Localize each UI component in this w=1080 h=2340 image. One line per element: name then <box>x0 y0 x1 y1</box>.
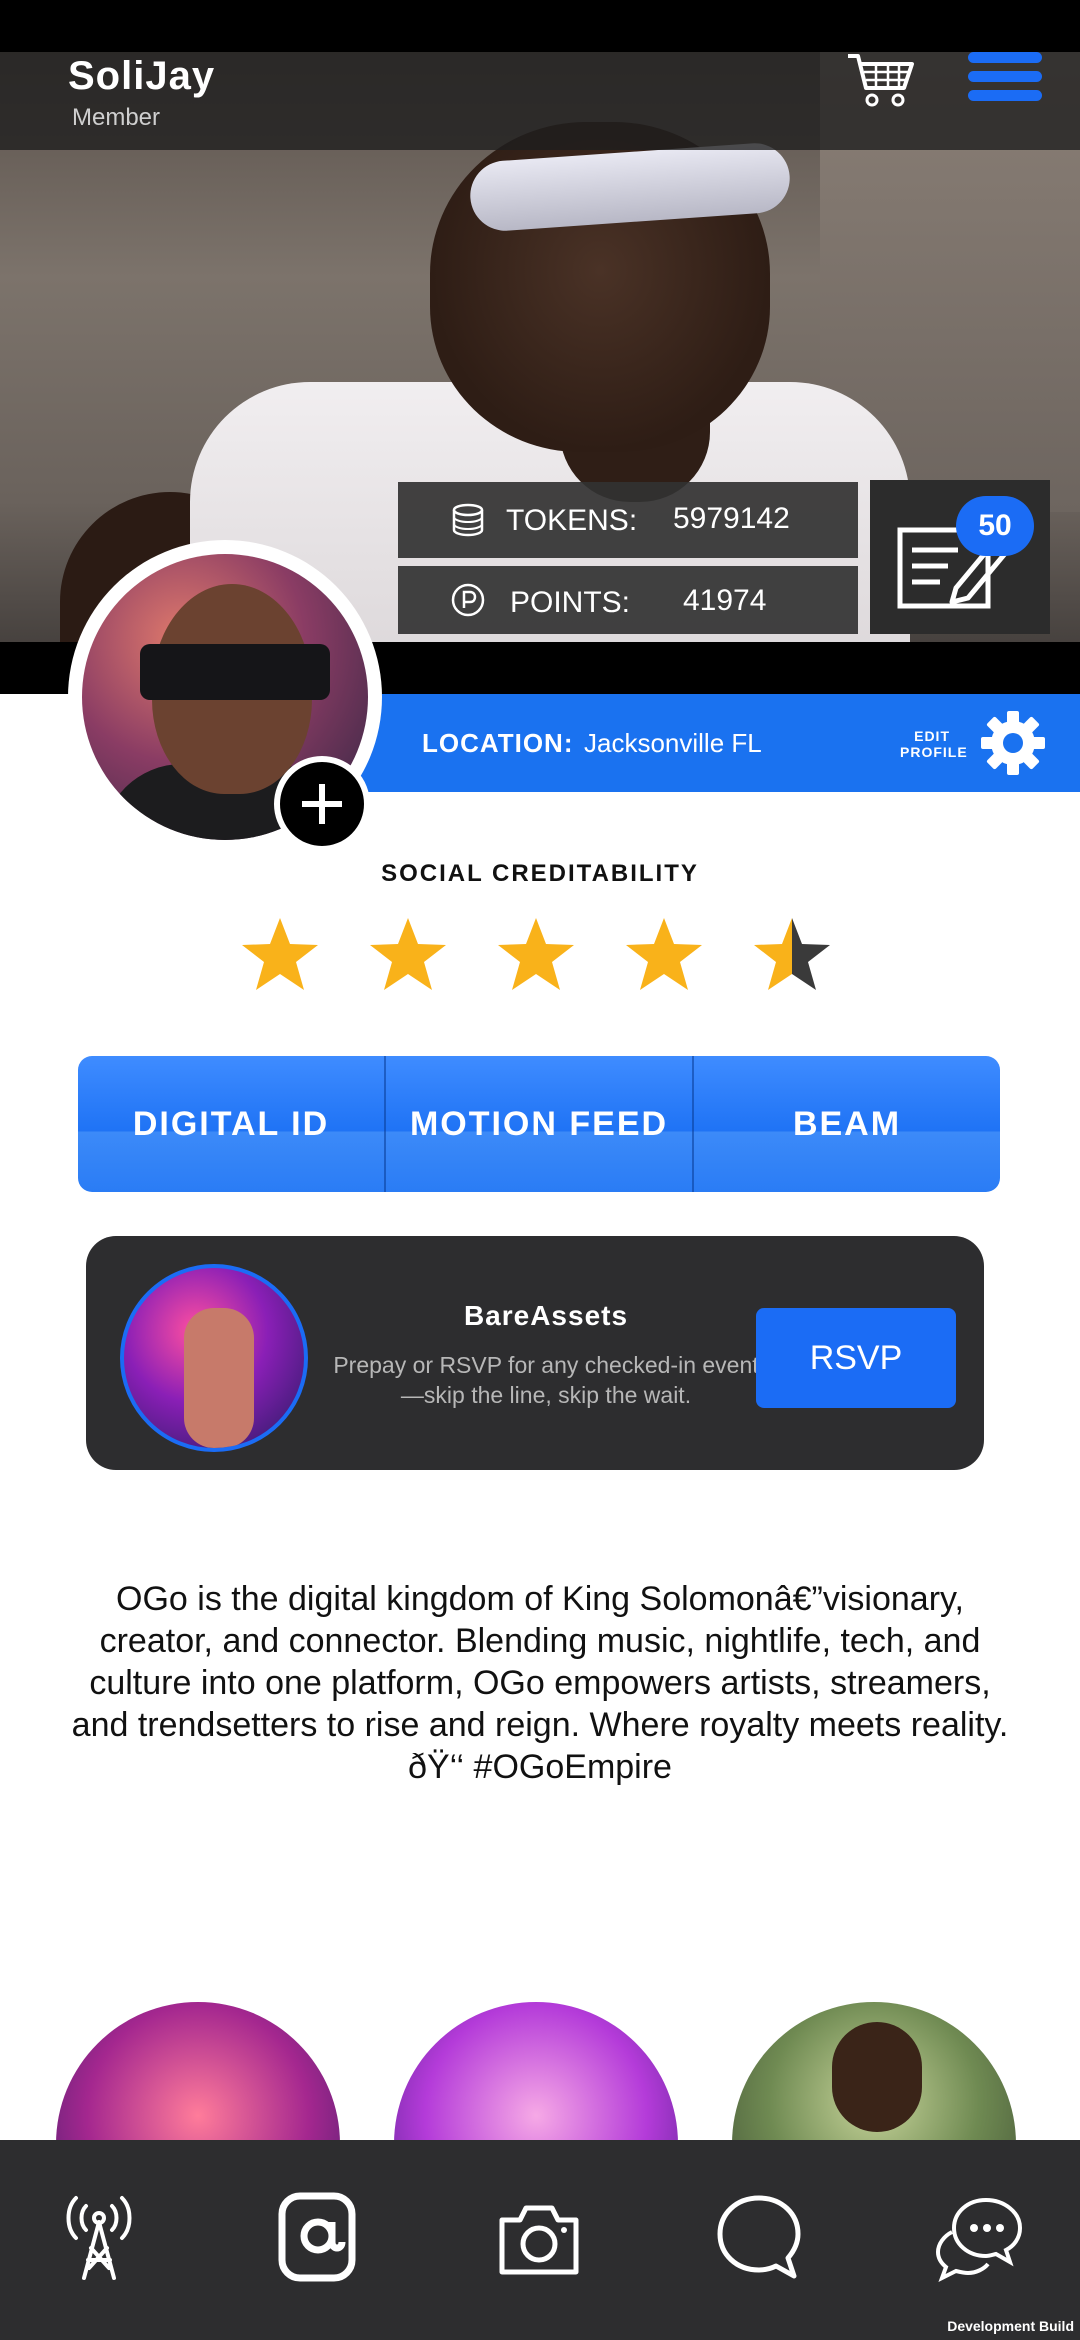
location-value: Jacksonville FL <box>584 728 762 758</box>
star-icon-2 <box>370 918 446 990</box>
tokens-label: TOKENS: <box>506 504 638 537</box>
rsvp-button[interactable]: RSVP <box>756 1308 956 1408</box>
tab-motion-feed[interactable]: MOTION FEED <box>386 1056 694 1192</box>
profile-tabs: DIGITAL ID MOTION FEED BEAM <box>78 1056 1000 1192</box>
add-button[interactable] <box>274 756 370 852</box>
tab-digital-id[interactable]: DIGITAL ID <box>78 1056 386 1192</box>
tab-beam[interactable]: BEAM <box>694 1056 1000 1192</box>
broadcast-tower-icon[interactable] <box>54 2192 144 2282</box>
cart-icon[interactable] <box>846 50 916 108</box>
points-label: POINTS: <box>510 586 631 619</box>
promo-image[interactable] <box>120 1264 308 1452</box>
tokens-stat: TOKENS: 5979142 <box>398 482 858 558</box>
location-label: LOCATION: <box>422 728 574 758</box>
development-build-label: Development Build <box>947 2318 1074 2334</box>
star-icon-1 <box>242 918 318 990</box>
points-value: 41974 <box>683 584 767 617</box>
star-half-icon <box>754 918 830 990</box>
chat-bubble-icon[interactable] <box>714 2192 804 2282</box>
promo-title: BareAssets <box>463 1300 629 1331</box>
star-rating <box>240 914 840 994</box>
camera-icon[interactable] <box>494 2192 584 2282</box>
profile-bio: OGo is the digital kingdom of King Solom… <box>71 1580 1009 1786</box>
hamburger-menu-icon[interactable] <box>968 52 1042 110</box>
bottom-nav: Development Build <box>0 2140 1080 2340</box>
gear-icon[interactable] <box>980 710 1046 776</box>
status-bar <box>0 0 1080 52</box>
star-icon-4 <box>626 918 702 990</box>
user-role: Member <box>72 104 161 131</box>
edit-profile-label-1: EDIT <box>914 728 950 744</box>
points-icon <box>451 583 485 617</box>
points-stat: POINTS: 41974 <box>398 566 858 634</box>
messages-icon[interactable] <box>934 2192 1024 2282</box>
username: SoliJay <box>68 54 216 98</box>
promo-description: Prepay or RSVP for any checked-in event—… <box>333 1352 759 1408</box>
location-bar: LOCATION: Jacksonville FL EDIT PROFILE <box>352 694 1080 792</box>
notes-count-badge: 50 <box>956 496 1034 556</box>
coins-icon <box>452 503 484 537</box>
promo-card: BareAssets Prepay or RSVP for any checke… <box>86 1236 984 1470</box>
edit-profile-link[interactable]: EDIT PROFILE <box>900 728 968 760</box>
star-icon-3 <box>498 918 574 990</box>
edit-profile-label-2: PROFILE <box>900 744 968 760</box>
tokens-value: 5979142 <box>673 502 790 535</box>
at-sign-icon[interactable] <box>274 2192 364 2282</box>
social-creditability-title: SOCIAL CREDITABILITY <box>381 860 699 887</box>
